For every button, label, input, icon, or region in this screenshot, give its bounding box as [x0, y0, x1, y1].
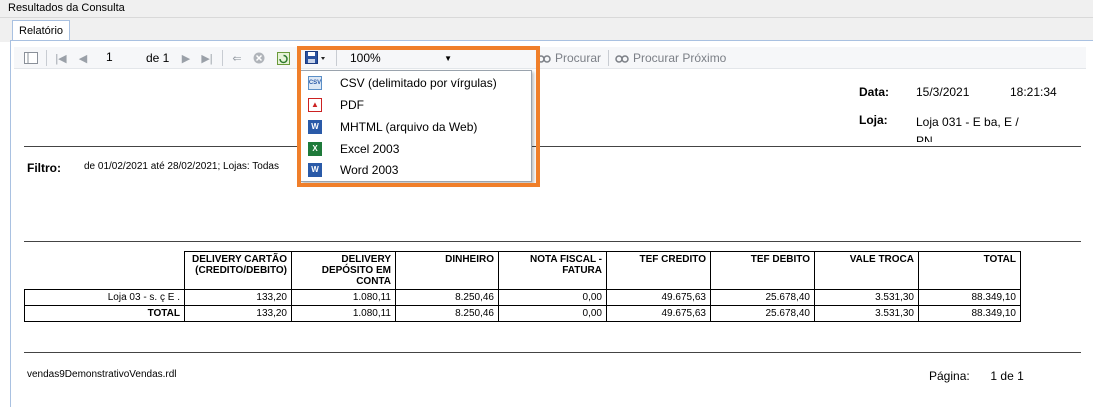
table-total-row: TOTAL 133,20 1.080,11 8.250,46 0,00 49.6…	[24, 305, 1021, 322]
find-icon[interactable]	[536, 50, 552, 66]
table-header-cell: NOTA FISCAL - FATURA	[498, 251, 607, 290]
csv-icon: CSV	[308, 75, 322, 90]
table-header-cell: DINHEIRO	[395, 251, 499, 290]
menu-item-pdf[interactable]: ▲ PDF	[301, 94, 531, 115]
window-title: Resultados da Consulta	[8, 2, 125, 14]
footer-page-label: Página:	[929, 369, 970, 383]
toolbar-separator	[608, 50, 609, 66]
filter-label: Filtro:	[27, 161, 61, 175]
back-icon[interactable]: ⇐	[230, 50, 244, 66]
table-cell: 0,00	[498, 289, 607, 306]
excel-icon: X	[308, 141, 322, 156]
export-menu: CSV CSV (delimitado por vírgulas) ▲ PDF …	[300, 70, 532, 182]
menu-item-label: CSV (delimitado por vírgulas)	[340, 75, 497, 90]
zoom-value: 100%	[350, 51, 381, 65]
table-cell: 49.675,63	[606, 289, 711, 306]
find-button[interactable]: Procurar	[555, 51, 601, 65]
page-count-label: de 1	[146, 51, 170, 65]
chevron-down-icon: ▼	[444, 53, 452, 63]
footer-divider	[24, 352, 1081, 353]
store-value: Loja 031 - E ba, E /	[916, 115, 1019, 129]
toolbar-separator	[46, 50, 47, 66]
menu-item-word[interactable]: W Word 2003	[301, 159, 531, 180]
menu-item-excel[interactable]: X Excel 2003	[301, 138, 531, 159]
table-header-cell: TEF CREDITO	[606, 251, 711, 290]
pdf-icon: ▲	[308, 97, 322, 112]
toolbar-separator	[222, 50, 223, 66]
date-label: Data:	[859, 85, 890, 99]
table-header-cell: VALE TROCA	[814, 251, 919, 290]
word-icon: W	[308, 119, 322, 134]
store-label: Loja:	[859, 113, 888, 127]
report-table: DELIVERY CARTÃO (CREDITO/DEBITO) DELIVER…	[24, 251, 1021, 322]
footer-page: Página: 1 de 1	[929, 369, 1024, 383]
table-cell: 133,20	[184, 289, 292, 306]
table-cell: 3.531,30	[814, 305, 919, 322]
tab-strip: Relatório	[0, 18, 1093, 42]
window-titlebar: Resultados da Consulta	[0, 0, 1093, 18]
table-header-cell: TEF DEBITO	[710, 251, 815, 290]
table-header-cell: DELIVERY CARTÃO (CREDITO/DEBITO)	[184, 251, 292, 290]
menu-item-label: PDF	[340, 97, 364, 112]
stop-icon[interactable]	[252, 50, 266, 66]
menu-item-csv[interactable]: CSV CSV (delimitado por vírgulas)	[301, 72, 531, 93]
footer-filename: vendas9DemonstrativoVendas.rdl	[27, 369, 177, 380]
date-value: 15/3/2021	[916, 85, 970, 99]
page-number-input[interactable]: 1	[104, 50, 144, 66]
table-header-cell	[24, 251, 185, 290]
next-page-icon[interactable]: ▶	[180, 50, 192, 66]
table-cell: 25.678,40	[710, 305, 815, 322]
first-page-icon[interactable]: |◀	[54, 50, 68, 66]
refresh-icon[interactable]	[276, 50, 290, 66]
menu-item-label: MHTML (arquivo da Web)	[340, 119, 478, 134]
zoom-select[interactable]: 100% ▼	[346, 50, 456, 66]
footer-page-value: 1 de 1	[990, 369, 1024, 383]
table-cell: Loja 03 - s. ç E .	[24, 289, 185, 306]
time-value: 18:21:34	[1010, 85, 1057, 99]
header-divider	[24, 146, 1081, 147]
table-cell: 88.349,10	[918, 289, 1021, 306]
table-cell: 1.080,11	[291, 289, 396, 306]
table-cell: 25.678,40	[710, 289, 815, 306]
table-cell: 133,20	[184, 305, 292, 322]
export-button[interactable]	[304, 50, 328, 66]
table-header-cell: DELIVERY DEPÓSITO EM CONTA	[291, 251, 396, 290]
table-cell: 1.080,11	[291, 305, 396, 322]
document-map-icon[interactable]	[22, 50, 40, 66]
table-cell: TOTAL	[24, 305, 185, 322]
last-page-icon[interactable]: ▶|	[200, 50, 214, 66]
table-header-cell: TOTAL	[918, 251, 1021, 290]
store-value-line2: PN	[916, 134, 933, 142]
table-cell: 3.531,30	[814, 289, 919, 306]
table-cell: 8.250,46	[395, 305, 499, 322]
table-header-row: DELIVERY CARTÃO (CREDITO/DEBITO) DELIVER…	[24, 251, 1021, 290]
report-toolbar: |◀ ◀ 1 de 1 ▶ ▶| ⇐ 100% ▼ Procurar Procu…	[14, 47, 1086, 69]
find-next-button[interactable]: Procurar Próximo	[633, 51, 726, 65]
previous-page-icon[interactable]: ◀	[76, 50, 90, 66]
tab-relatorio[interactable]: Relatório	[12, 20, 71, 42]
table-row: Loja 03 - s. ç E . 133,20 1.080,11 8.250…	[24, 289, 1021, 306]
toolbar-separator	[336, 50, 337, 66]
filter-value: de 01/02/2021 até 28/02/2021; Lojas: Tod…	[84, 161, 279, 172]
table-cell: 0,00	[498, 305, 607, 322]
menu-item-label: Excel 2003	[340, 141, 400, 156]
filter-divider	[24, 241, 1081, 242]
menu-item-label: Word 2003	[340, 162, 399, 177]
table-cell: 88.349,10	[918, 305, 1021, 322]
table-cell: 8.250,46	[395, 289, 499, 306]
find-next-icon[interactable]	[614, 50, 630, 66]
word-icon: W	[308, 162, 322, 177]
menu-item-mhtml[interactable]: W MHTML (arquivo da Web)	[301, 116, 531, 137]
table-cell: 49.675,63	[606, 305, 711, 322]
